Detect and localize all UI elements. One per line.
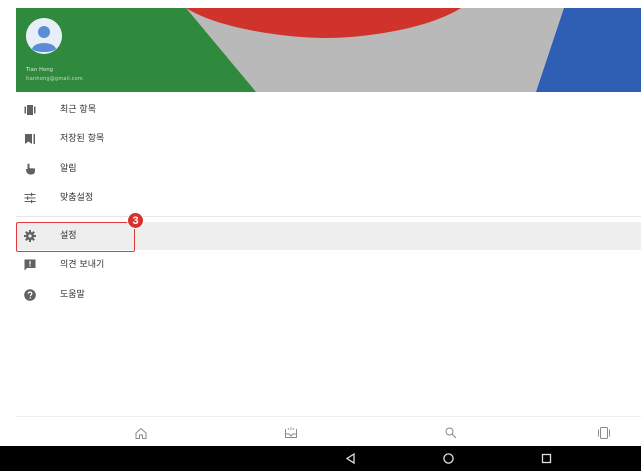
account-email: tianhong@gmail.com	[26, 76, 83, 82]
menu-item-settings[interactable]: 설정	[16, 222, 641, 250]
system-nav-bar	[0, 446, 641, 471]
feedback-icon	[24, 259, 36, 271]
menu-item-saved[interactable]: 저장된 항목	[16, 125, 641, 153]
recents-square-icon	[541, 453, 552, 464]
tabs-button[interactable]	[597, 426, 611, 440]
header-background	[16, 8, 641, 92]
search-button[interactable]	[444, 426, 458, 440]
bookmark-icon	[24, 133, 36, 145]
account-name: Tian Hong	[26, 67, 54, 73]
home-icon	[135, 427, 147, 439]
menu-item-help[interactable]: 도움말	[16, 281, 641, 309]
menu-item-recent[interactable]: 최근 항목	[16, 96, 641, 124]
tune-sliders-icon	[24, 192, 36, 204]
step-badge: 3	[127, 212, 144, 229]
home-circle-icon	[443, 453, 454, 464]
menu-item-feedback[interactable]: 의견 보내기	[16, 251, 641, 279]
bottom-nav	[16, 416, 641, 446]
search-icon	[445, 427, 457, 439]
menu-item-label: 최근 항목	[60, 105, 96, 115]
home-button[interactable]	[134, 426, 148, 440]
account-header[interactable]: Tian Hong tianhong@gmail.com	[16, 8, 641, 92]
menu-item-customize[interactable]: 맞춤설정	[16, 184, 641, 212]
inbox-button[interactable]	[284, 426, 298, 440]
recent-tabs-icon	[24, 104, 36, 116]
menu-item-notifications[interactable]: 알림	[16, 155, 641, 183]
system-home-button[interactable]	[442, 452, 455, 465]
menu-divider	[16, 216, 641, 217]
touch-hand-icon	[24, 163, 36, 175]
help-icon	[24, 289, 36, 301]
menu-item-label: 의견 보내기	[60, 260, 105, 270]
recents-button[interactable]	[540, 452, 553, 465]
person-avatar-icon	[26, 18, 62, 54]
menu-item-label: 맞춤설정	[60, 193, 94, 203]
menu-item-label: 저장된 항목	[60, 134, 105, 144]
avatar[interactable]	[26, 18, 62, 54]
inbox-tray-icon	[285, 427, 297, 438]
back-triangle-icon	[345, 452, 355, 465]
menu-item-label: 설정	[60, 231, 77, 241]
tabs-icon	[598, 427, 610, 439]
back-button[interactable]	[344, 452, 357, 465]
menu-item-label: 알림	[60, 164, 77, 174]
menu-item-label: 도움말	[60, 290, 85, 300]
gear-icon	[24, 230, 36, 242]
